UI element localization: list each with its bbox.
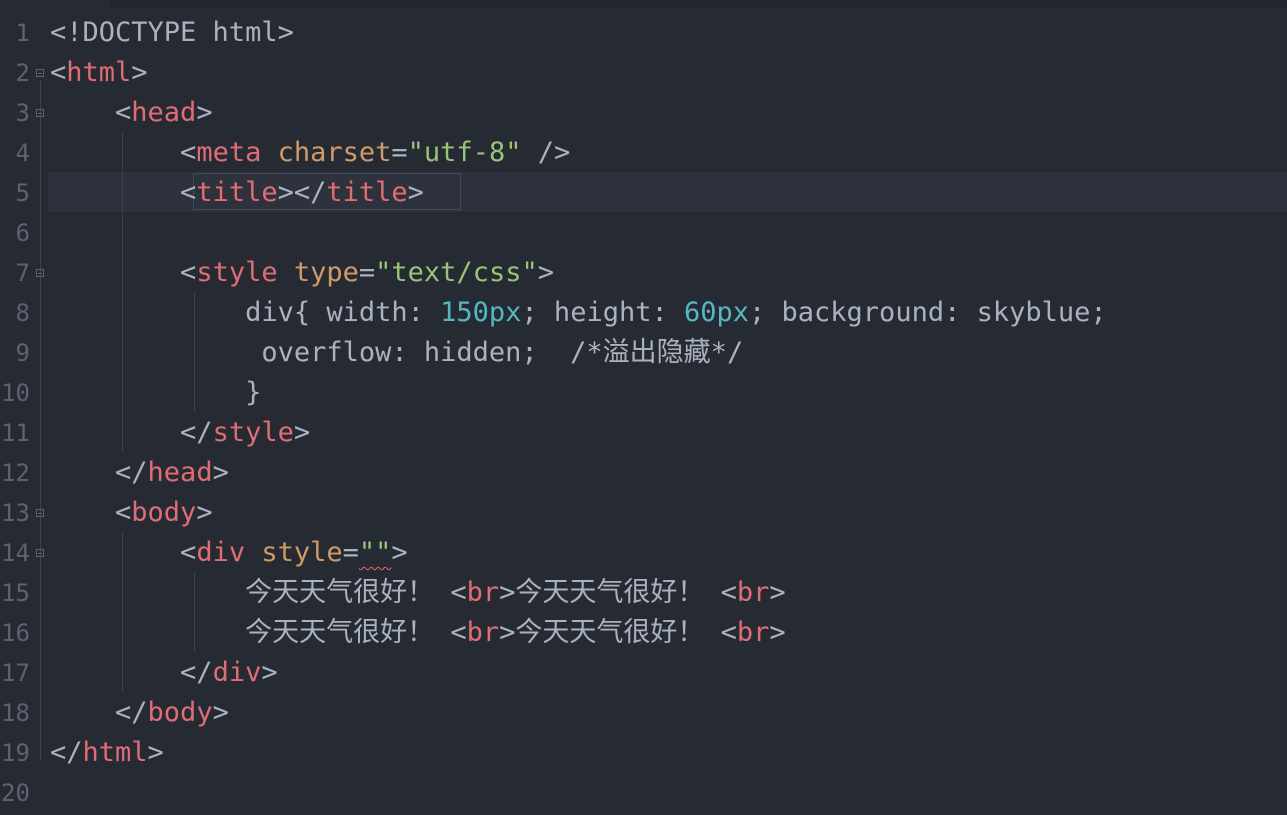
line-number: 14: [1, 539, 30, 567]
code-line[interactable]: 今天天气很好！ <br>今天天气很好！ <br>: [50, 573, 786, 613]
line-number: 18: [1, 699, 30, 727]
code-line[interactable]: <head>: [50, 93, 213, 133]
line-number: 12: [1, 459, 30, 487]
fold-toggle-icon[interactable]: [36, 69, 44, 77]
code-line[interactable]: </head>: [50, 453, 229, 493]
line-number: 20: [1, 779, 30, 807]
line-number: 19: [1, 739, 30, 767]
code-line[interactable]: <body>: [50, 493, 213, 533]
line-number: 10: [1, 379, 30, 407]
line-number-gutter: 1 2 3 4 5 6 7 8 9 10 11 12 13 14 15 16 1…: [0, 0, 48, 815]
code-line[interactable]: <html>: [50, 53, 148, 93]
code-line[interactable]: overflow: hidden; /*溢出隐藏*/: [50, 333, 743, 373]
code-line[interactable]: </html>: [50, 733, 164, 773]
line-number: 7: [15, 259, 30, 287]
code-line[interactable]: </body>: [50, 693, 229, 733]
spellcheck-squiggle: "": [358, 537, 392, 568]
fold-toggle-icon[interactable]: [36, 549, 44, 557]
line-number: 17: [1, 659, 30, 687]
line-number: 3: [15, 99, 30, 127]
line-number: 9: [15, 339, 30, 367]
code-line[interactable]: </div>: [50, 653, 278, 693]
fold-toggle-icon[interactable]: [36, 509, 44, 517]
code-line[interactable]: </style>: [50, 413, 310, 453]
line-number: 13: [1, 499, 30, 527]
line-number: 1: [15, 19, 30, 47]
line-number: 6: [15, 219, 30, 247]
line-number: 11: [1, 419, 30, 447]
line-number: 5: [15, 179, 30, 207]
line-number: 16: [1, 619, 30, 647]
code-line[interactable]: 今天天气很好！ <br>今天天气很好！ <br>: [50, 613, 786, 653]
line-number: 8: [15, 299, 30, 327]
code-line[interactable]: div{ width: 150px; height: 60px; backgro…: [50, 293, 1107, 333]
code-line[interactable]: <style type="text/css">: [50, 253, 554, 293]
fold-guide: [40, 80, 41, 760]
code-line[interactable]: <div style="">: [50, 533, 408, 573]
line-number: 2: [15, 59, 30, 87]
line-number: 4: [15, 139, 30, 167]
code-line[interactable]: <!DOCTYPE html>: [50, 13, 294, 53]
code-editor[interactable]: 1 2 3 4 5 6 7 8 9 10 11 12 13 14 15 16 1…: [0, 0, 1287, 815]
code-line[interactable]: <meta charset="utf-8" />: [50, 133, 570, 173]
line-number: 15: [1, 579, 30, 607]
code-line[interactable]: }: [50, 373, 261, 413]
fold-toggle-icon[interactable]: [36, 109, 44, 117]
editor-top-bar: [0, 0, 1287, 8]
fold-toggle-icon[interactable]: [36, 269, 44, 277]
code-line-current[interactable]: <title></title>: [50, 173, 424, 213]
